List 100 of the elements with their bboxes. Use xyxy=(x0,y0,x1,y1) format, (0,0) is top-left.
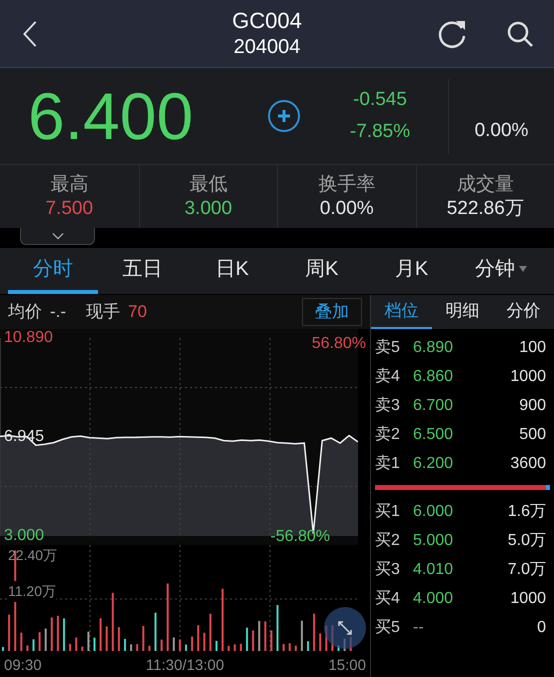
volume-bar xyxy=(106,626,108,651)
order-volume: 100 xyxy=(518,338,547,358)
volume-bar xyxy=(8,614,10,651)
volume-bar xyxy=(319,633,322,651)
level-label: 买2 xyxy=(375,530,401,550)
volume-bar xyxy=(288,643,291,651)
chart-tab[interactable]: 五日 xyxy=(98,248,188,294)
order-price: 6.860 xyxy=(413,366,454,386)
stat-value: 7.500 xyxy=(45,196,94,220)
book-tab[interactable]: 明细 xyxy=(432,295,493,329)
volume-bar xyxy=(148,646,150,651)
order-price: 6.000 xyxy=(413,502,454,522)
chart-tab[interactable]: 分钟 xyxy=(456,248,546,294)
order-volume: 3600 xyxy=(509,454,547,474)
order-price: 6.500 xyxy=(413,424,454,444)
axis-label: 10.890 xyxy=(4,329,53,347)
level-label: 卖3 xyxy=(375,396,401,416)
stock-code: 204004 xyxy=(234,34,300,60)
stat-value: 0.00% xyxy=(320,196,374,220)
info-label: 现手 xyxy=(86,301,120,324)
volume-bar xyxy=(26,645,28,651)
volume-bar xyxy=(130,644,132,651)
volume-bar xyxy=(178,639,181,651)
volume-bar xyxy=(234,644,236,651)
volume-bar xyxy=(20,632,22,651)
order-volume: 0 xyxy=(536,618,547,638)
order-price: 6.890 xyxy=(413,338,454,358)
current-price: 6.400 xyxy=(28,83,194,149)
volume-bar xyxy=(294,646,297,651)
stat-label: 成交量 xyxy=(456,172,514,196)
order-volume: 7.0万 xyxy=(506,560,547,580)
change-percent: -7.85% xyxy=(350,120,410,144)
order-price: 5.000 xyxy=(413,530,454,550)
volume-bar xyxy=(270,630,272,651)
price-change: -0.545 xyxy=(353,88,407,112)
level-label: 买3 xyxy=(375,560,401,580)
volume-bar xyxy=(50,617,53,651)
stat-label: 换手率 xyxy=(318,172,376,196)
info-value: 70 xyxy=(128,301,147,324)
order-price: 4.000 xyxy=(413,588,454,608)
volume-bar xyxy=(160,640,163,651)
order-price: 6.700 xyxy=(413,396,454,416)
order-price: 6.200 xyxy=(413,454,454,474)
book-tab[interactable]: 分价 xyxy=(493,295,554,329)
volume-bar xyxy=(38,632,41,651)
level-label: 买5 xyxy=(375,618,401,638)
volume-bar xyxy=(222,588,224,651)
chart-tab[interactable]: 日K xyxy=(187,248,278,294)
volume-bar xyxy=(209,614,212,651)
volume-bar xyxy=(252,630,254,651)
axis-label: 3.000 xyxy=(4,527,44,545)
level-label: 买1 xyxy=(375,502,401,522)
volume-bar xyxy=(87,632,90,651)
order-price: -- xyxy=(413,618,425,638)
book-tab[interactable]: 档位 xyxy=(371,295,432,329)
level-label: 卖2 xyxy=(375,424,401,444)
volume-bar xyxy=(203,632,206,651)
overlay-button[interactable]: 叠加 xyxy=(302,298,362,326)
volume-bar xyxy=(118,627,120,651)
volume-bar xyxy=(197,625,200,651)
order-volume: 1.6万 xyxy=(506,502,547,522)
time-label: 11:30/13:00 xyxy=(146,656,224,676)
volume-bar xyxy=(228,646,230,651)
volume-bar xyxy=(142,626,144,651)
level-label: 卖1 xyxy=(375,454,401,474)
collapse-handle[interactable] xyxy=(20,228,95,245)
stat-label: 最高 xyxy=(50,172,88,196)
time-label: 15:00 xyxy=(328,656,366,676)
expand-icon xyxy=(337,620,353,636)
stat-value: 522.86万 xyxy=(446,196,524,220)
level-label: 卖4 xyxy=(375,366,401,386)
axis-label: -56.80% xyxy=(270,527,330,547)
dropdown-icon xyxy=(519,266,528,272)
stock-name: GC004 xyxy=(232,7,302,35)
level-label: 卖5 xyxy=(375,338,401,358)
add-icon[interactable] xyxy=(268,100,300,132)
volume-bar xyxy=(313,614,316,651)
volume-bar xyxy=(44,628,47,651)
volume-bar xyxy=(282,644,285,651)
time-label: 09:30 xyxy=(4,656,42,676)
volume-bar xyxy=(100,618,102,651)
chart-tab[interactable]: 周K xyxy=(277,248,367,294)
volume-bar xyxy=(75,638,78,651)
order-volume: 5.0万 xyxy=(506,530,547,550)
info-label: 均价 xyxy=(8,301,42,324)
volume-bar xyxy=(56,616,59,651)
expand-button[interactable] xyxy=(324,607,366,649)
volume-bar xyxy=(136,644,138,651)
axis-label: 56.80% xyxy=(312,334,366,354)
volume-bar xyxy=(166,583,169,651)
info-value: -.- xyxy=(50,301,66,324)
order-volume: 500 xyxy=(518,424,547,444)
volume-bar xyxy=(172,637,175,651)
volume-bar xyxy=(112,592,114,651)
stat-value: 3.000 xyxy=(184,196,232,220)
search-icon[interactable] xyxy=(506,20,534,48)
chart-tab[interactable]: 月K xyxy=(366,248,456,294)
level-label: 买4 xyxy=(375,588,401,608)
order-volume: 900 xyxy=(518,396,547,416)
order-volume: 1000 xyxy=(509,366,547,386)
